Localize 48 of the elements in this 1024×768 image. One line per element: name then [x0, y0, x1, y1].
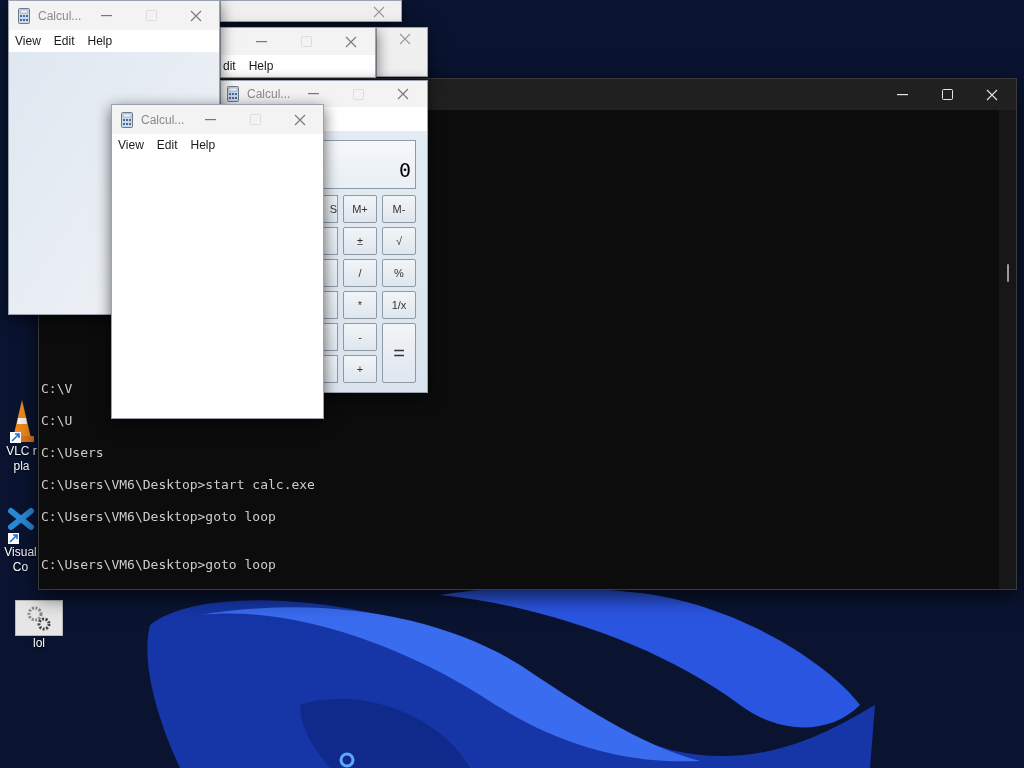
calculator-key[interactable]: S: [324, 195, 338, 223]
calculator-key[interactable]: [324, 259, 338, 287]
calculator-key[interactable]: [324, 291, 338, 319]
desktop-icon-label: Co: [12, 560, 29, 575]
menu-item[interactable]: Help: [190, 136, 216, 154]
desktop-icon-label: VLC r: [6, 444, 37, 459]
menu-item[interactable]: View: [118, 136, 144, 154]
menu-item[interactable]: Edit: [53, 32, 75, 50]
calculator-key[interactable]: *: [343, 291, 377, 319]
calculator-key[interactable]: /: [343, 259, 377, 287]
calculator-key[interactable]: M-: [382, 195, 416, 223]
calculator-key[interactable]: √: [382, 227, 416, 255]
menu-item[interactable]: Help: [248, 57, 274, 76]
calculator-key[interactable]: [324, 323, 338, 351]
terminal-line: C:\Users\VM6\Desktop>goto loop: [41, 557, 276, 573]
calculator-key[interactable]: -: [343, 323, 377, 351]
calculator-key[interactable]: +: [343, 355, 377, 383]
terminal-line: C:\U: [41, 413, 73, 429]
maximize-icon[interactable]: [941, 89, 953, 100]
scrollbar-thumb[interactable]: [1006, 264, 1009, 282]
minimize-icon[interactable]: [896, 93, 908, 96]
menu-item[interactable]: Help: [87, 32, 113, 50]
window-title: Calcul...: [38, 7, 82, 25]
calculator-key[interactable]: [324, 355, 338, 383]
calculator-key[interactable]: ±: [343, 227, 377, 255]
calculator-icon: [18, 7, 30, 24]
terminal-line: C:\Users: [41, 445, 104, 461]
window-title: Calcul...: [141, 111, 185, 129]
menu-item[interactable]: Edit: [156, 136, 178, 154]
calculator-icon: [121, 111, 133, 128]
desktop-icon-label: pla: [13, 459, 30, 474]
calculator-key[interactable]: %: [382, 259, 416, 287]
calculator-key[interactable]: 1/x: [382, 291, 416, 319]
desktop-icon-label: Visual: [4, 545, 37, 560]
terminal-line: C:\V: [41, 381, 73, 397]
menu-item[interactable]: dit: [223, 57, 236, 76]
calculator-key[interactable]: [324, 227, 338, 255]
calculator-icon: [227, 86, 239, 102]
calculator-key[interactable]: =: [382, 323, 416, 383]
display-value: 0: [398, 160, 411, 180]
code-editor-icon[interactable]: [6, 505, 35, 545]
calculator-key[interactable]: M+: [343, 195, 377, 223]
window-title: Calcul...: [247, 86, 291, 103]
terminal-line: C:\Users\VM6\Desktop>goto loop: [41, 509, 276, 525]
menu-item[interactable]: View: [15, 32, 41, 50]
terminal-line: C:\Users\VM6\Desktop>start calc.exe: [41, 477, 315, 493]
gears-icon[interactable]: [15, 600, 63, 636]
desktop-icon-label: lol: [33, 636, 45, 651]
